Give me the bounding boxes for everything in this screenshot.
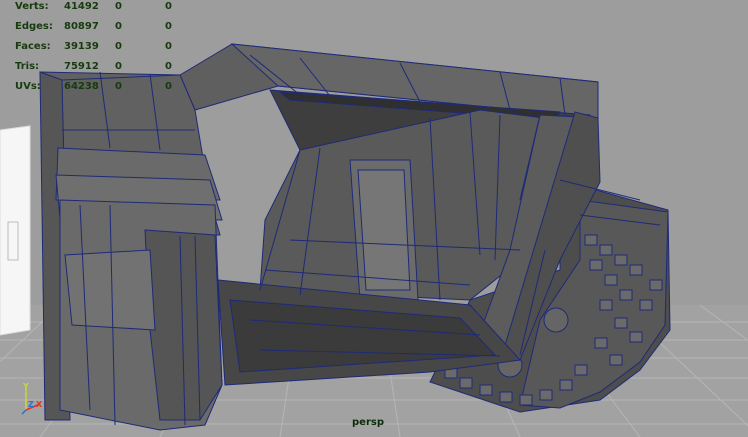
- white-plane: [0, 125, 31, 336]
- hud-value-selected: 0: [115, 61, 122, 72]
- hud-value-component: 0: [165, 81, 172, 92]
- camera-name-label: persp: [352, 417, 384, 428]
- hud-label: Faces:: [15, 41, 51, 52]
- hud-value-selected: 0: [115, 21, 122, 32]
- hud-value-object: 64238: [64, 81, 99, 92]
- hud-label: Tris:: [15, 61, 40, 72]
- axis-y-label: Y: [23, 382, 29, 391]
- hud-value-component: 0: [165, 41, 172, 52]
- hud-value-component: 0: [165, 1, 172, 12]
- hud-label: UVs:: [15, 81, 41, 92]
- viewport-persp[interactable]: Y Z X Verts: 41492 0 0 Edges: 80897 0 0 …: [0, 0, 748, 437]
- hud-value-object: 39139: [64, 41, 99, 52]
- hud-label: Edges:: [15, 21, 53, 32]
- tank-mesh[interactable]: [39, 43, 671, 431]
- axis-x-label: X: [36, 400, 43, 409]
- hud-value-object: 80897: [64, 21, 99, 32]
- scene-canvas[interactable]: [0, 0, 748, 437]
- axis-z-label: Z: [28, 400, 34, 409]
- hud-value-selected: 0: [115, 1, 122, 12]
- hud-value-component: 0: [165, 61, 172, 72]
- hud-value-selected: 0: [115, 41, 122, 52]
- axis-labels: Y Z X: [16, 380, 56, 420]
- hud-value-component: 0: [165, 21, 172, 32]
- hud-label: Verts:: [15, 1, 49, 12]
- hud-value-selected: 0: [115, 81, 122, 92]
- hud-value-object: 41492: [64, 1, 99, 12]
- hud-value-object: 75912: [64, 61, 99, 72]
